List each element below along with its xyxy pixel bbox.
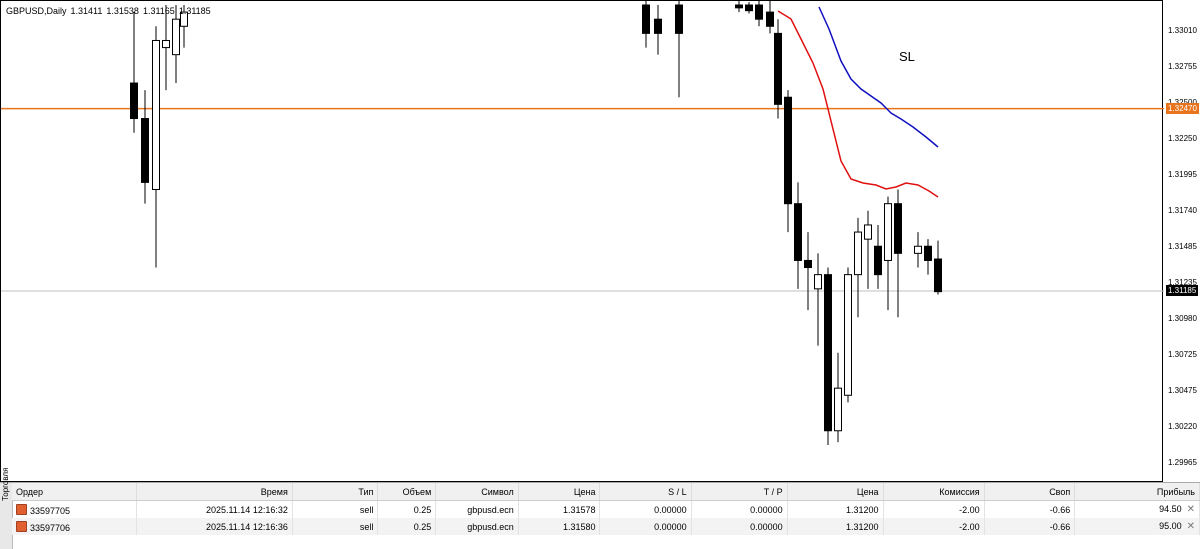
col-commission[interactable]: Комиссия: [883, 483, 985, 501]
price-cell: 1.31580: [518, 518, 601, 535]
tp-cell[interactable]: 0.00000: [691, 500, 788, 518]
time-cell: 2025.11.14 12:16:36: [136, 518, 293, 535]
col-order[interactable]: Ордер: [12, 483, 138, 501]
terminal-panel: Торговля Ордер Время Тип Объем Символ Це…: [0, 468, 1200, 549]
price-chart-pane[interactable]: SL GBPUSD,Daily 1.31411 1.31538 1.31165 1.31…: [0, 0, 1164, 483]
order-id-cell: 33597705: [12, 500, 138, 518]
close-order-icon[interactable]: ✕: [1187, 521, 1195, 532]
bear-candle: [824, 274, 832, 432]
chart-header: GBPUSD,Daily 1.31411 1.31538 1.31165 1.31185: [6, 6, 215, 16]
sell-order-icon: [16, 503, 27, 515]
bull-candle: [834, 387, 842, 432]
bear-candle: [642, 4, 650, 34]
bear-candle: [735, 4, 743, 9]
sl-annotation: SL: [899, 49, 915, 64]
bear-candle: [654, 18, 662, 34]
bear-candle: [675, 4, 683, 34]
bear-candle: [141, 118, 149, 183]
bear-candle: [784, 96, 792, 205]
price-axis-tick: 1.30725: [1168, 350, 1197, 360]
bull-candle: [172, 18, 180, 56]
current-price-tag: 1.31185: [1166, 284, 1199, 296]
sl-price-tag: 1.32470: [1166, 102, 1199, 114]
close-order-icon[interactable]: ✕: [1187, 504, 1195, 515]
col-price[interactable]: Цена: [518, 483, 601, 501]
bear-candle: [934, 258, 942, 293]
cur-price-cell: 1.31200: [787, 500, 884, 518]
col-cur-price[interactable]: Цена: [787, 483, 884, 501]
ohlc-open: 1.31411: [70, 6, 103, 16]
price-axis-tick: 1.30220: [1168, 421, 1197, 431]
swap-cell: -0.66: [984, 518, 1076, 535]
profit-cell: 94.50 ✕: [1074, 500, 1200, 518]
bear-candle: [924, 245, 932, 261]
price-axis[interactable]: 1.330101.327551.325001.322501.319951.317…: [1163, 0, 1200, 482]
bear-candle: [794, 203, 802, 261]
order-row[interactable]: 33597705 2025.11.14 12:16:32 sell 0.25 g…: [12, 500, 1200, 518]
orders-header-row: Ордер Время Тип Объем Символ Цена S / L …: [12, 483, 1200, 501]
price-axis-tick: 1.32755: [1168, 62, 1197, 72]
swap-cell: -0.66: [984, 500, 1076, 518]
col-swap[interactable]: Своп: [984, 483, 1076, 501]
col-symbol[interactable]: Символ: [435, 483, 519, 501]
sell-order-icon: [16, 520, 27, 532]
profit-cell: 95.00 ✕: [1074, 518, 1200, 535]
bull-candle: [814, 274, 822, 290]
col-volume[interactable]: Объем: [377, 483, 437, 501]
bear-candle: [894, 203, 902, 254]
sl-cell[interactable]: 0.00000: [599, 500, 692, 518]
bull-candle: [844, 274, 852, 396]
price-axis-tick: 1.30980: [1168, 314, 1197, 324]
bear-candle: [774, 32, 782, 105]
price-chart-canvas[interactable]: SL: [1, 1, 1164, 483]
volume-cell: 0.25: [377, 500, 437, 518]
price-axis-tick: 1.31995: [1168, 170, 1197, 179]
price-axis-tick: 1.32250: [1168, 133, 1197, 143]
col-sl[interactable]: S / L: [599, 483, 692, 501]
col-tp[interactable]: T / P: [691, 483, 788, 501]
price-axis-tick: 1.33010: [1168, 25, 1197, 35]
cur-price-cell: 1.31200: [787, 518, 884, 535]
col-profit[interactable]: Прибыль: [1074, 483, 1200, 501]
price-cell: 1.31578: [518, 500, 601, 518]
commission-cell: -2.00: [883, 518, 985, 535]
orders-table: Ордер Время Тип Объем Символ Цена S / L …: [12, 483, 1200, 535]
fast-ma-line: [777, 10, 939, 198]
symbol-cell: gbpusd.ecn: [435, 500, 519, 518]
bull-candle: [162, 39, 170, 49]
commission-cell: -2.00: [883, 500, 985, 518]
bear-candle: [766, 11, 774, 27]
type-cell: sell: [292, 500, 379, 518]
bull-candle: [864, 224, 872, 240]
price-axis-tick: 1.31485: [1168, 242, 1197, 252]
ohlc-low: 1.31165: [142, 6, 175, 16]
sl-cell[interactable]: 0.00000: [599, 518, 692, 535]
bear-candle: [130, 82, 138, 120]
bull-candle: [884, 203, 892, 261]
bull-candle: [854, 231, 862, 276]
symbol-cell: gbpusd.ecn: [435, 518, 519, 535]
bull-candle: [152, 39, 160, 190]
col-time[interactable]: Время: [136, 483, 293, 501]
bear-candle: [874, 245, 882, 276]
bull-candle: [914, 245, 922, 254]
bear-candle: [745, 4, 753, 12]
ohlc-high: 1.31538: [106, 6, 139, 16]
type-cell: sell: [292, 518, 379, 535]
bear-candle: [755, 4, 763, 20]
price-axis-tick: 1.31740: [1168, 206, 1197, 216]
col-type[interactable]: Тип: [292, 483, 379, 501]
symbol-label: GBPUSD,Daily: [6, 6, 67, 16]
price-axis-tick: 1.29965: [1168, 458, 1197, 468]
slow-ma-line: [818, 6, 939, 148]
order-row[interactable]: 33597706 2025.11.14 12:16:36 sell 0.25 g…: [12, 518, 1200, 535]
tp-cell[interactable]: 0.00000: [691, 518, 788, 535]
volume-cell: 0.25: [377, 518, 437, 535]
time-cell: 2025.11.14 12:16:32: [136, 500, 293, 518]
price-axis-tick: 1.30475: [1168, 385, 1197, 395]
bear-candle: [804, 259, 812, 269]
order-id-cell: 33597706: [12, 518, 138, 535]
ohlc-close: 1.31185: [178, 6, 211, 16]
